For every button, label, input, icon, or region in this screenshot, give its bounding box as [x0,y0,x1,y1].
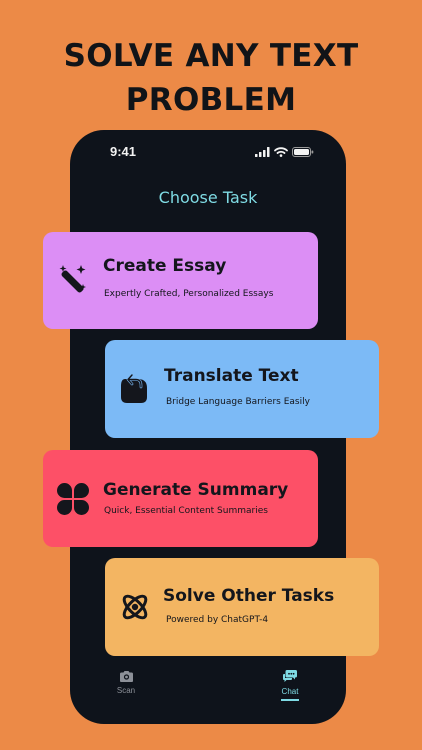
promo-headline: SOLVE ANY TEXT PROBLEM [0,34,422,122]
task-title: Generate Summary [103,480,289,500]
task-title: Translate Text [164,366,299,386]
headline-line-2: PROBLEM [125,82,297,118]
task-subtitle: Quick, Essential Content Summaries [104,506,268,516]
chat-bubbles-icon [283,670,297,682]
task-subtitle: Powered by ChatGPT-4 [166,615,269,625]
status-time: 9:41 [110,144,137,159]
signal-icon [255,147,270,157]
task-card-solve-other-tasks[interactable]: Solve Other Tasks Powered by ChatGPT-4 [105,558,379,656]
camera-icon [119,671,133,682]
wifi-icon [274,147,288,157]
task-subtitle: Bridge Language Barriers Easily [166,397,310,407]
tab-chat[interactable]: Chat [272,669,308,701]
task-title: Solve Other Tasks [163,586,335,606]
tab-scan[interactable]: Scan [108,670,144,695]
tab-chat-active-indicator [281,699,299,701]
tab-chat-label: Chat [281,687,299,696]
magic-wand-icon [59,265,86,293]
task-card-generate-summary[interactable]: Generate Summary Quick, Essential Conten… [43,450,318,547]
task-card-translate-text[interactable]: Translate Text Bridge Language Barriers … [105,340,379,438]
battery-icon [292,147,314,157]
headline-line-1: SOLVE ANY TEXT [63,38,359,74]
task-card-create-essay[interactable]: Create Essay Expertly Crafted, Personali… [43,232,318,329]
translate-bubble-icon [121,373,147,403]
atom-icon [122,594,148,620]
screen-title: Choose Task [158,188,258,207]
task-subtitle: Expertly Crafted, Personalized Essays [104,289,274,299]
four-leaf-grid-icon [57,483,89,515]
status-icons [255,147,314,157]
tab-scan-label: Scan [116,686,136,695]
task-title: Create Essay [103,256,227,276]
